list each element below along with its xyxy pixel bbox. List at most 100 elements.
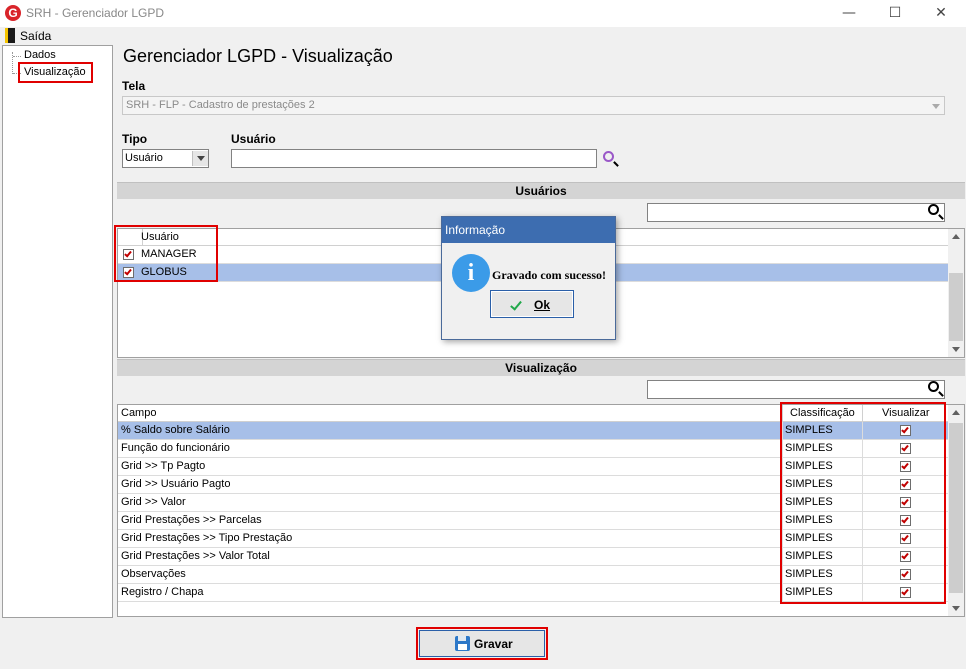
- user-checkbox[interactable]: [123, 249, 134, 260]
- checkmark-icon: [901, 551, 909, 560]
- checkmark-icon: [901, 443, 909, 452]
- visualize-checkbox[interactable]: [900, 479, 911, 490]
- tipo-dropdown-button[interactable]: [192, 151, 208, 166]
- table-row[interactable]: Grid >> Usuário Pagto SIMPLES: [118, 476, 948, 494]
- visualize-checkbox[interactable]: [900, 551, 911, 562]
- checkmark-icon: [901, 533, 909, 542]
- tela-select-value: SRH - FLP - Cadastro de prestações 2: [126, 99, 315, 111]
- visualize-checkbox[interactable]: [900, 443, 911, 454]
- grid-divider: [782, 476, 783, 493]
- chevron-down-icon: [197, 156, 205, 161]
- column-campo[interactable]: Campo: [121, 407, 156, 419]
- users-filter-input[interactable]: [647, 203, 945, 222]
- grid-divider: [782, 512, 783, 529]
- classification-value: SIMPLES: [785, 496, 833, 508]
- app-logo-icon: G: [5, 5, 21, 21]
- visualize-checkbox[interactable]: [900, 569, 911, 580]
- exit-door-icon[interactable]: [5, 28, 15, 43]
- column-visualizar[interactable]: Visualizar: [882, 407, 930, 419]
- grid-divider: [862, 548, 863, 565]
- field-name: Observações: [121, 568, 186, 580]
- floppy-disk-icon: [455, 636, 470, 651]
- table-row[interactable]: % Saldo sobre Salário SIMPLES: [118, 422, 948, 440]
- menu-exit[interactable]: Saída: [20, 29, 51, 43]
- visualization-filter-input[interactable]: [647, 380, 945, 399]
- checkmark-icon: [901, 587, 909, 596]
- table-row[interactable]: Grid Prestações >> Parcelas SIMPLES: [118, 512, 948, 530]
- classification-value: SIMPLES: [785, 478, 833, 490]
- close-button[interactable]: ✕: [918, 0, 964, 27]
- visualize-checkbox[interactable]: [900, 533, 911, 544]
- checkmark-icon: [124, 249, 132, 258]
- scroll-up-icon[interactable]: [952, 234, 960, 239]
- classification-value: SIMPLES: [785, 586, 833, 598]
- grid-divider: [782, 530, 783, 547]
- field-name: % Saldo sobre Salário: [121, 424, 230, 436]
- table-row[interactable]: Grid >> Valor SIMPLES: [118, 494, 948, 512]
- table-row[interactable]: Grid Prestações >> Tipo Prestação SIMPLES: [118, 530, 948, 548]
- maximize-button[interactable]: ☐: [872, 0, 918, 27]
- tipo-select[interactable]: Usuário: [122, 149, 209, 168]
- minimize-button[interactable]: —: [826, 0, 872, 27]
- save-button[interactable]: Gravar: [419, 630, 545, 657]
- table-row[interactable]: Observações SIMPLES: [118, 566, 948, 584]
- grid-divider: [862, 440, 863, 457]
- scroll-up-icon[interactable]: [952, 410, 960, 415]
- users-scrollbar[interactable]: [948, 229, 964, 357]
- tree-item-visualizacao[interactable]: Visualização: [24, 66, 86, 78]
- checkmark-icon: [124, 267, 132, 276]
- visualization-section-header: Visualização: [117, 359, 965, 376]
- classification-value: SIMPLES: [785, 550, 833, 562]
- grid-divider: [782, 494, 783, 511]
- visualize-checkbox[interactable]: [900, 461, 911, 472]
- usuario-search-button[interactable]: [601, 150, 621, 168]
- visualize-checkbox[interactable]: [900, 515, 911, 526]
- scroll-down-icon[interactable]: [952, 606, 960, 611]
- usuario-input[interactable]: [231, 149, 597, 168]
- checkmark-icon: [901, 425, 909, 434]
- checkmark-icon: [901, 569, 909, 578]
- column-usuario[interactable]: Usuário: [141, 231, 179, 243]
- scroll-down-icon[interactable]: [952, 347, 960, 352]
- field-name: Função do funcionário: [121, 442, 230, 454]
- tree-connector: [13, 73, 21, 74]
- table-row[interactable]: Função do funcionário SIMPLES: [118, 440, 948, 458]
- visualization-grid-header: Campo Classificação Visualizar: [118, 405, 948, 422]
- usuario-label: Usuário: [231, 132, 276, 146]
- table-row[interactable]: Grid Prestações >> Valor Total SIMPLES: [118, 548, 948, 566]
- checkmark-icon: [901, 515, 909, 524]
- classification-value: SIMPLES: [785, 442, 833, 454]
- users-filter-search-button[interactable]: [927, 204, 945, 221]
- grid-divider: [862, 512, 863, 529]
- ok-button[interactable]: Ok: [490, 290, 574, 318]
- chevron-down-icon: [932, 104, 940, 109]
- classification-value: SIMPLES: [785, 532, 833, 544]
- table-row[interactable]: Registro / Chapa SIMPLES: [118, 584, 948, 602]
- tree-item-dados[interactable]: Dados: [24, 49, 56, 61]
- table-row[interactable]: Grid >> Tp Pagto SIMPLES: [118, 458, 948, 476]
- visualize-checkbox[interactable]: [900, 497, 911, 508]
- column-classificacao[interactable]: Classificação: [790, 407, 855, 419]
- window-title: SRH - Gerenciador LGPD: [26, 6, 165, 20]
- user-checkbox[interactable]: [123, 267, 134, 278]
- visualize-checkbox[interactable]: [900, 425, 911, 436]
- tela-select[interactable]: SRH - FLP - Cadastro de prestações 2: [122, 96, 945, 115]
- visualize-checkbox[interactable]: [900, 587, 911, 598]
- search-icon: [928, 381, 939, 392]
- field-name: Grid Prestações >> Parcelas: [121, 514, 262, 526]
- scrollbar-thumb[interactable]: [949, 423, 963, 593]
- visualization-filter-search-button[interactable]: [927, 381, 945, 398]
- user-name: GLOBUS: [141, 266, 187, 278]
- dialog-message: Gravado com sucesso!: [492, 268, 606, 282]
- grid-divider: [862, 405, 863, 422]
- grid-divider: [782, 584, 783, 601]
- search-icon: [603, 151, 614, 162]
- tipo-label: Tipo: [122, 132, 148, 146]
- field-name: Grid >> Valor: [121, 496, 186, 508]
- checkmark-icon: [901, 497, 909, 506]
- visualization-scrollbar[interactable]: [948, 405, 964, 616]
- scrollbar-thumb[interactable]: [949, 273, 963, 341]
- grid-divider: [862, 566, 863, 583]
- save-button-label: Gravar: [474, 637, 513, 651]
- tree-connector: [13, 56, 21, 57]
